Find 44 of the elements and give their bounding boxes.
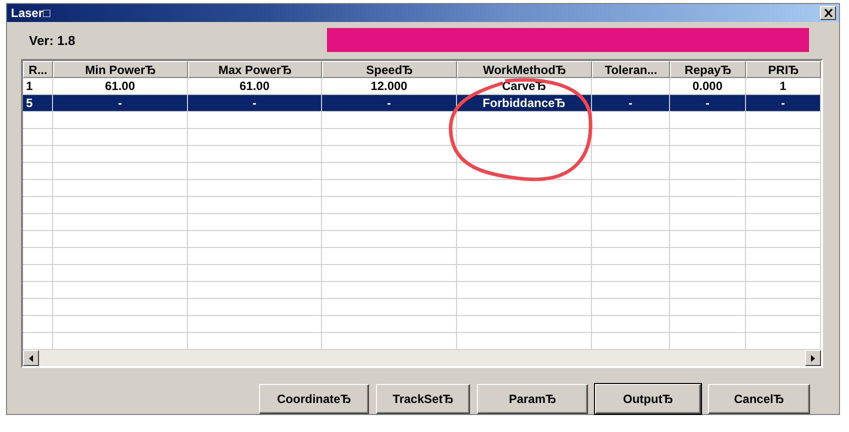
- window-title: Laser□: [11, 6, 50, 20]
- scroll-left-button[interactable]: [23, 350, 39, 366]
- dialog-button[interactable]: CoordinateЂ: [259, 384, 369, 414]
- empty-cell: [23, 248, 53, 265]
- column-header[interactable]: R...: [23, 61, 53, 78]
- empty-cell: [23, 163, 53, 180]
- left-arrow-icon: [29, 354, 33, 362]
- right-arrow-icon: [811, 354, 815, 362]
- column-header[interactable]: Toleran...: [592, 61, 670, 78]
- dialog-button[interactable]: OutputЂ: [595, 384, 701, 414]
- table-cell: -: [188, 95, 322, 112]
- empty-cell: [23, 299, 53, 316]
- column-header[interactable]: SpeedЂ: [322, 61, 457, 78]
- close-icon: [824, 8, 832, 17]
- empty-cell: [23, 112, 53, 129]
- empty-cell: [23, 214, 53, 231]
- column-header[interactable]: PRIЂ: [746, 61, 821, 78]
- table-cell: -: [592, 95, 670, 112]
- column-header[interactable]: Min PowerЂ: [53, 61, 188, 78]
- table-cell: ForbiddanceЂ: [457, 95, 592, 112]
- empty-cell: [23, 180, 53, 197]
- horizontal-scrollbar[interactable]: [23, 350, 821, 366]
- table-cell: -: [670, 95, 746, 112]
- column-header[interactable]: RepayЂ: [670, 61, 746, 78]
- empty-cell: [23, 231, 53, 248]
- close-button[interactable]: [820, 6, 836, 20]
- column-header[interactable]: WorkMethodЂ: [457, 61, 592, 78]
- table-cell: -: [53, 95, 188, 112]
- table-cell: -: [322, 95, 457, 112]
- table-cell: 5: [23, 95, 53, 112]
- scroll-right-button[interactable]: [805, 350, 821, 366]
- empty-cell: [23, 146, 53, 163]
- version-label: Ver: 1.8: [29, 32, 76, 48]
- table-row[interactable]: 5 - - - ForbiddanceЂ - - -: [23, 95, 821, 112]
- empty-cell: [23, 265, 53, 282]
- dialog-button[interactable]: ParamЂ: [477, 384, 588, 414]
- empty-cell: [23, 282, 53, 299]
- empty-cell: [23, 129, 53, 146]
- empty-cell: [23, 316, 53, 333]
- dialog-button[interactable]: TrackSetЂ: [376, 384, 470, 414]
- dialog-button[interactable]: CancelЂ: [708, 384, 810, 414]
- table-cell: -: [746, 95, 821, 112]
- empty-cell: [23, 197, 53, 214]
- column-header[interactable]: Max PowerЂ: [188, 61, 322, 78]
